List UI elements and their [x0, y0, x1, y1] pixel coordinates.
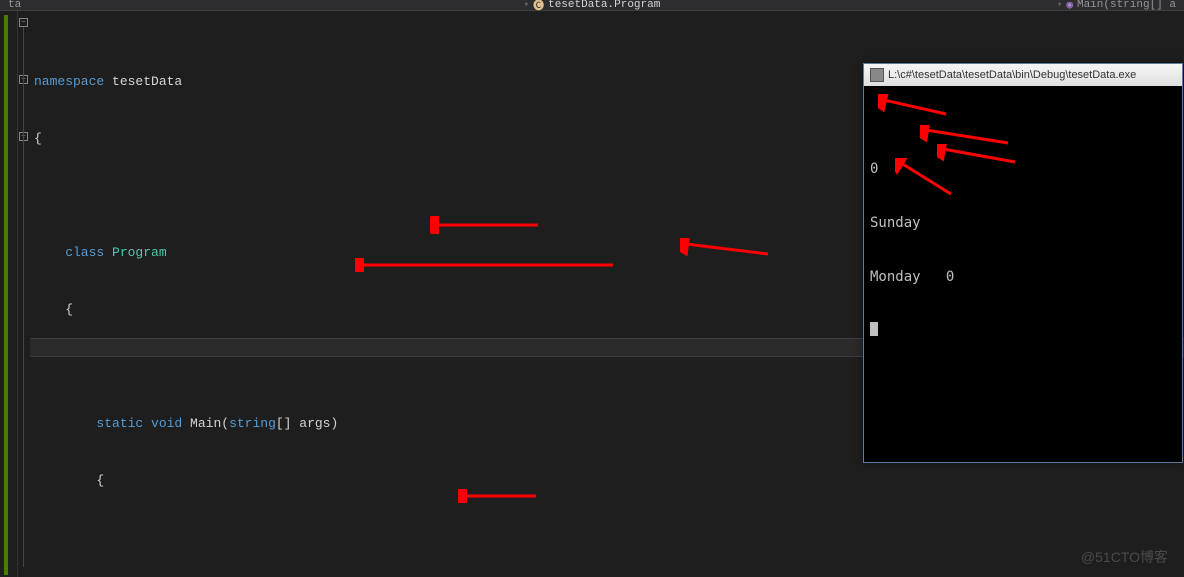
dropdown-icon: ▾: [1057, 0, 1062, 10]
console-line: Sunday: [870, 214, 1176, 232]
brace: {: [34, 302, 73, 317]
keyword: namespace: [34, 74, 104, 89]
dropdown-icon: ▾: [524, 0, 529, 10]
keyword: static: [34, 416, 143, 431]
outline-column: [0, 11, 18, 577]
watermark: @51CTO博客: [1081, 547, 1168, 567]
fold-column: − − −: [18, 11, 30, 577]
console-cursor: [870, 322, 1176, 341]
console-app-icon: [870, 68, 884, 82]
method-name: Main: [182, 416, 221, 431]
keyword: void: [143, 416, 182, 431]
breadcrumb-class-label: tesetData.Program: [548, 0, 660, 11]
fold-toggle[interactable]: −: [19, 18, 28, 27]
breadcrumb-bar: ta ▾ 🅒 tesetData.Program ▾ ◉ Main(string…: [0, 0, 1184, 11]
console-window[interactable]: L:\c#\tesetData\tesetData\bin\Debug\tese…: [863, 63, 1183, 463]
class-name: Program: [104, 245, 166, 260]
console-output: 0 Sunday Monday 0: [864, 86, 1182, 379]
console-line: Monday 0: [870, 268, 1176, 286]
keyword: class: [34, 245, 104, 260]
console-title-text: L:\c#\tesetData\tesetData\bin\Debug\tese…: [888, 69, 1136, 81]
brace: {: [34, 131, 42, 146]
identifier: tesetData: [104, 74, 182, 89]
breadcrumb-method-label: Main(string[] a: [1077, 0, 1176, 11]
tab-left-label: ta: [8, 0, 21, 11]
console-line: 0: [870, 160, 1176, 178]
tab-left[interactable]: ta: [0, 0, 29, 11]
keyword: string: [229, 416, 276, 431]
console-titlebar[interactable]: L:\c#\tesetData\tesetData\bin\Debug\tese…: [864, 64, 1182, 86]
brace: {: [34, 473, 104, 488]
